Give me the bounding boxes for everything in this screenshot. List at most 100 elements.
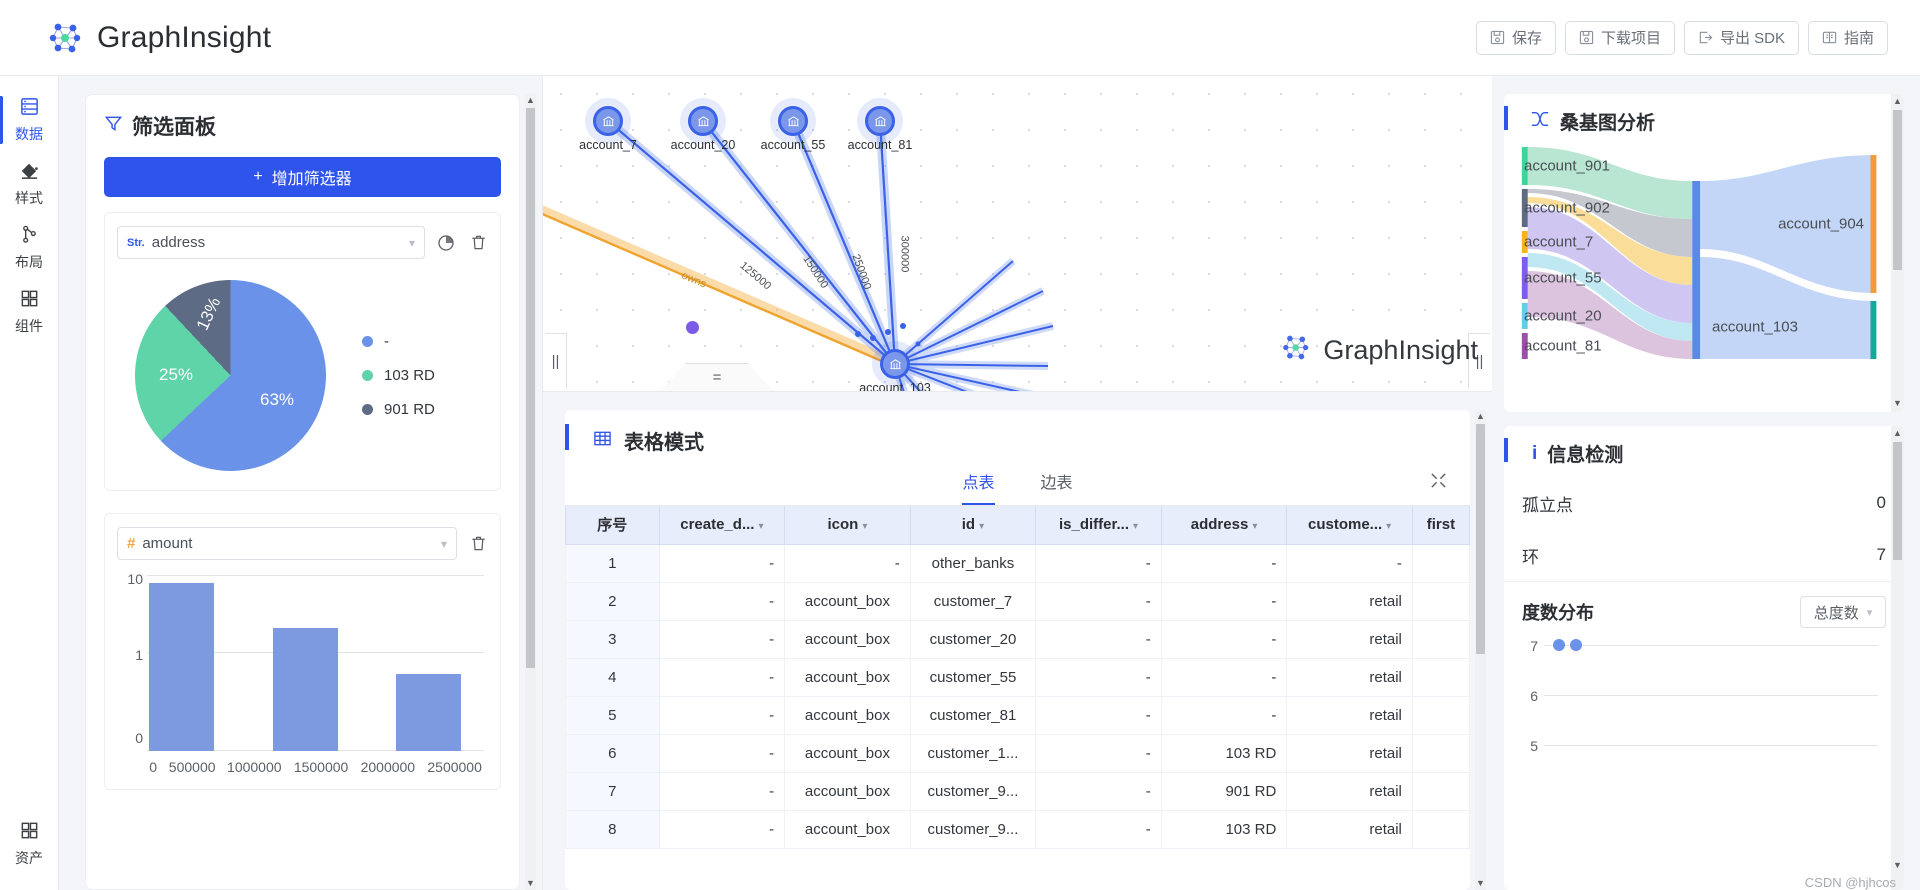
info-title: 信息检测 [1547, 445, 1624, 466]
expand-icon[interactable] [1429, 471, 1448, 495]
graph-watermark: GraphInsight [1280, 331, 1478, 369]
legend-item[interactable]: 103 RD [362, 367, 435, 384]
sankey-node-account_20[interactable]: account_20 [1514, 303, 1694, 329]
download-project-button[interactable]: 下载项目 [1564, 20, 1675, 55]
bar[interactable] [396, 674, 461, 751]
add-filter-button[interactable]: + 增加筛选器 [104, 157, 501, 197]
col-icon[interactable]: icon ▾ [784, 506, 911, 545]
table-row[interactable]: 3 - account_box customer_20 - - retail [565, 619, 1470, 659]
sankey-node-account_55[interactable]: account_55 [1514, 257, 1694, 299]
table-scrollbar[interactable]: ▲ ▼ [1475, 410, 1486, 890]
cell-first [1411, 733, 1470, 773]
export-icon [1698, 30, 1713, 45]
sankey-scrollbar[interactable]: ▲ ▼ [1891, 94, 1904, 412]
info-scrollbar[interactable]: ▲ ▼ [1891, 426, 1904, 890]
guide-button[interactable]: 指南 [1807, 20, 1888, 55]
cell-address: - [1160, 657, 1288, 697]
legend-item[interactable]: - [362, 333, 435, 350]
pie-chart-icon[interactable] [437, 233, 457, 253]
accent-bar [565, 424, 569, 450]
table-row[interactable]: 2 - account_box customer_7 - - retail [565, 581, 1470, 621]
table-row[interactable]: 4 - account_box customer_55 - - retail [565, 657, 1470, 697]
trash-icon[interactable] [469, 534, 488, 553]
cell-first [1411, 657, 1470, 697]
cell-is-different: - [1035, 657, 1162, 697]
pie-legend: - 103 RD 901 RD [362, 333, 435, 418]
col-customer[interactable]: custome... ▾ [1286, 506, 1413, 545]
scroll-up-arrow[interactable]: ▲ [526, 95, 535, 105]
col-first[interactable]: first [1411, 506, 1470, 545]
bar[interactable] [273, 628, 338, 751]
sankey-node-account_7[interactable]: account_7 [1514, 231, 1694, 253]
top-actions: 保存 下载项目 导出 SDK 指南 [1475, 20, 1888, 55]
table-tabs: 点表 边表 [565, 469, 1470, 505]
sankey-node-account_904[interactable]: account_904 [1704, 155, 1878, 293]
degree-title: 度数分布 [1522, 603, 1594, 623]
graph-canvas[interactable]: account_7 account_20 account_55 account_… [543, 76, 1492, 392]
table-scroll-area[interactable]: 序号 create_d... ▾ icon ▾ id ▾ is_differ... ▾ … [565, 506, 1470, 890]
scroll-up-arrow[interactable]: ▲ [1893, 428, 1902, 438]
sankey-node-account_81[interactable]: account_81 [1514, 333, 1694, 359]
graph-left-handle[interactable]: || [545, 333, 567, 389]
sidebar-item-components[interactable]: 组件 [0, 280, 58, 344]
center-column: account_7 account_20 account_55 account_… [543, 76, 1492, 890]
sidebar-label-layout: 布局 [15, 254, 43, 270]
trash-icon[interactable] [469, 233, 488, 252]
cell-id: customer_9... [909, 809, 1037, 849]
table-row[interactable]: 8 - account_box customer_9... - 103 RD r… [565, 809, 1470, 849]
scatter-point[interactable] [1570, 639, 1582, 651]
table-row[interactable]: 5 - account_box customer_81 - - retail [565, 695, 1470, 735]
filter-panel-scrollbar[interactable]: ▲ ▼ [525, 94, 536, 890]
export-sdk-button[interactable]: 导出 SDK [1683, 20, 1799, 55]
cell-index: 8 [565, 809, 660, 849]
sankey-node-account_902[interactable]: account_902 [1514, 189, 1694, 227]
node-table: 序号 create_d... ▾ icon ▾ id ▾ is_differ... ▾ … [565, 506, 1470, 849]
filter-field-select-address[interactable]: Str. address ▾ [117, 226, 425, 259]
scroll-up-arrow[interactable]: ▲ [1476, 411, 1485, 421]
table-row[interactable]: 7 - account_box customer_9... - 901 RD r… [565, 771, 1470, 811]
scroll-thumb[interactable] [526, 108, 535, 668]
sankey-node-account_901[interactable]: account_901 [1514, 147, 1694, 185]
legend-item[interactable]: 901 RD [362, 401, 435, 418]
col-create-date[interactable]: create_d... ▾ [658, 506, 786, 545]
sankey-header: 桑基图分析 [1504, 94, 1904, 145]
scroll-down-arrow[interactable]: ▼ [1476, 878, 1485, 888]
scroll-up-arrow[interactable]: ▲ [1893, 96, 1902, 106]
scroll-down-arrow[interactable]: ▼ [1893, 398, 1902, 408]
legend-swatch [362, 336, 373, 347]
table-section: 表格模式 点表 边表 序号 create_d... ▾ icon ▾ id ▾ … [543, 392, 1492, 890]
y-tick: 7 [1530, 638, 1538, 654]
sidebar-label-data: 数据 [15, 126, 43, 142]
sidebar-item-data[interactable]: 数据 [0, 88, 58, 152]
bar[interactable] [149, 583, 214, 751]
scroll-thumb[interactable] [1476, 424, 1485, 654]
cell-create-date: - [658, 581, 786, 621]
sankey-node-account_103[interactable]: account_103 [1696, 295, 1866, 359]
save-button[interactable]: 保存 [1475, 20, 1556, 55]
legend-label: 103 RD [384, 367, 435, 384]
scroll-down-arrow[interactable]: ▼ [1893, 860, 1902, 870]
col-is-different[interactable]: is_differ... ▾ [1035, 506, 1162, 545]
sidebar-item-assets[interactable]: 资产 [0, 812, 58, 876]
tab-edge-table[interactable]: 边表 [1041, 469, 1073, 505]
col-address[interactable]: address ▾ [1160, 506, 1288, 545]
cell-index: 6 [565, 733, 660, 773]
cell-is-different: - [1035, 543, 1162, 583]
tab-node-table[interactable]: 点表 [962, 469, 995, 505]
sidebar-item-style[interactable]: 样式 [0, 152, 58, 216]
table-row[interactable]: 6 - account_box customer_1... - 103 RD r… [565, 733, 1470, 773]
cell-id: other_banks [909, 543, 1037, 583]
app-logo: GraphInsight [46, 18, 271, 58]
filter-field-select-amount[interactable]: # amount ▾ [117, 527, 457, 560]
degree-type-select[interactable]: 总度数 ▾ [1800, 596, 1886, 628]
col-id[interactable]: id ▾ [909, 506, 1037, 545]
scatter-point[interactable] [1553, 639, 1565, 651]
scroll-down-arrow[interactable]: ▼ [526, 878, 535, 888]
sidebar-item-layout[interactable]: 布局 [0, 216, 58, 280]
scroll-thumb[interactable] [1893, 442, 1902, 560]
filter-card-amount: # amount ▾ 10 1 0 0 500000 1000000 15000… [104, 513, 501, 790]
y-tick: 10 [127, 571, 143, 587]
table-row[interactable]: 1 - - other_banks - - - [565, 543, 1470, 583]
scroll-thumb[interactable] [1893, 110, 1902, 270]
graph-purple-node[interactable] [686, 321, 699, 334]
